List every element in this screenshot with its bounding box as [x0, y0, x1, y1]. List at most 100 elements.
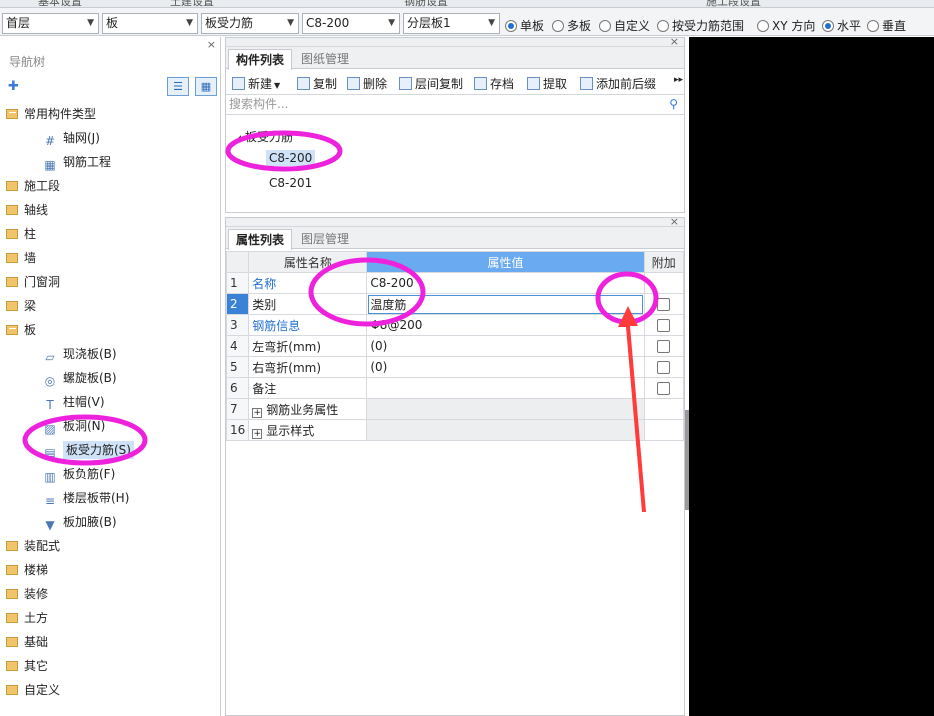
- property-value[interactable]: 温度筋: [366, 293, 645, 315]
- tree-item[interactable]: 装配式: [6, 535, 60, 557]
- folder-icon: [6, 613, 18, 623]
- tree-item-label: 板: [24, 323, 37, 337]
- group-row-label[interactable]: + 显示样式: [248, 419, 368, 441]
- menu-civil-settings[interactable]: 土建设置: [170, 0, 214, 7]
- additional-checkbox[interactable]: [657, 382, 671, 395]
- table-row[interactable]: 16 + 显示样式: [225, 419, 685, 441]
- table-row[interactable]: 3 钢筋信息 Φ8@200: [225, 314, 685, 336]
- table-row[interactable]: 6 备注: [225, 377, 685, 399]
- additional-cell: [643, 314, 685, 336]
- radio-by-rebar-range[interactable]: 按受力筋范围: [657, 17, 744, 34]
- tree-item[interactable]: ▦ 钢筋工程: [43, 151, 111, 173]
- tree-item[interactable]: 板: [6, 319, 36, 341]
- menu-basic-settings[interactable]: 基本设置: [38, 0, 82, 7]
- tree-item[interactable]: ▥ 板负筋(F): [43, 463, 115, 485]
- tree-item[interactable]: 门窗洞: [6, 271, 60, 293]
- tree-item[interactable]: ▨ 板洞(N): [43, 415, 105, 437]
- radio-multi-slab[interactable]: 多板: [552, 17, 591, 34]
- tree-item[interactable]: 土方: [6, 607, 48, 629]
- tree-item[interactable]: ≡ 楼层板带(H): [43, 487, 129, 509]
- menu-rebar-settings[interactable]: 钢筋设置: [404, 0, 448, 7]
- copy-between-floors-button[interactable]: 层间复制: [399, 75, 463, 92]
- additional-checkbox[interactable]: [657, 319, 671, 332]
- tree-item[interactable]: 装修: [6, 583, 48, 605]
- tree-item[interactable]: 楼梯: [6, 559, 48, 581]
- radio-vertical[interactable]: 垂直: [867, 17, 906, 34]
- tree-item[interactable]: 自定义: [6, 679, 60, 701]
- tab-component-list[interactable]: 构件列表: [228, 49, 293, 70]
- tree-item[interactable]: ▤ 板受力筋(S): [43, 439, 134, 461]
- property-value[interactable]: C8-200: [366, 272, 645, 294]
- tree-item[interactable]: 其它: [6, 655, 48, 677]
- tree-item[interactable]: 施工段: [6, 175, 60, 197]
- add-item-icon[interactable]: ✚: [8, 79, 19, 94]
- tree-item[interactable]: # 轴网(J): [43, 127, 100, 149]
- chevron-down-icon: ▼: [488, 18, 495, 28]
- folder-icon: [6, 277, 18, 287]
- archive-icon: [474, 77, 487, 90]
- component-item-c8-201[interactable]: C8-201: [269, 176, 312, 190]
- property-value[interactable]: Φ8@200: [366, 314, 645, 336]
- tree-item-label: 梁: [24, 299, 37, 313]
- tree-item[interactable]: Τ 柱帽(V): [43, 391, 104, 413]
- property-value[interactable]: (0): [366, 335, 645, 357]
- search-input[interactable]: 搜索构件... ⚲: [226, 95, 684, 115]
- grid-view-button[interactable]: ▦: [195, 77, 217, 96]
- floor-select[interactable]: 首层 ▼: [2, 13, 99, 34]
- additional-checkbox[interactable]: [657, 298, 671, 311]
- property-list-panel: × 属性列表 图层管理 属性名称 属性值 附加 1 名称 C8-200 2 类别 温度筋 3…: [225, 215, 685, 716]
- tree-item[interactable]: 常用构件类型: [6, 103, 96, 125]
- property-value[interactable]: [366, 377, 645, 399]
- layer-select[interactable]: 分层板1 ▼: [403, 13, 500, 34]
- property-value[interactable]: (0): [366, 356, 645, 378]
- list-view-button[interactable]: ☰: [167, 77, 189, 96]
- new-button[interactable]: 新建 ▼: [232, 75, 280, 92]
- search-icon[interactable]: ⚲: [669, 95, 678, 114]
- tree-item[interactable]: ▼ 板加腋(B): [43, 511, 116, 533]
- additional-checkbox[interactable]: [657, 340, 671, 353]
- component-item-c8-200[interactable]: C8-200: [266, 150, 316, 166]
- table-row[interactable]: 4 左弯折(mm) (0): [225, 335, 685, 357]
- tree-item-label: 现浇板(B): [63, 347, 117, 361]
- table-row[interactable]: 5 右弯折(mm) (0): [225, 356, 685, 378]
- table-row[interactable]: 1 名称 C8-200: [225, 272, 685, 294]
- tree-item[interactable]: 基础: [6, 631, 48, 653]
- table-row[interactable]: 7 + 钢筋业务属性: [225, 398, 685, 420]
- tree-item[interactable]: 墙: [6, 247, 36, 269]
- tab-drawing-management[interactable]: 图纸管理: [294, 49, 356, 69]
- row-number: 7: [225, 398, 250, 420]
- close-icon[interactable]: ×: [207, 38, 216, 51]
- component-group[interactable]: ◢ 板受力筋: [234, 128, 293, 145]
- component-select[interactable]: C8-200 ▼: [302, 13, 400, 34]
- table-row[interactable]: 2 类别 温度筋: [225, 293, 685, 315]
- tree-item[interactable]: ▱ 现浇板(B): [43, 343, 117, 365]
- negative-rebar-icon: ▥: [44, 470, 56, 484]
- tree-item-label: 轴网(J): [63, 131, 100, 145]
- extract-button[interactable]: 提取: [527, 75, 567, 92]
- radio-custom[interactable]: 自定义: [599, 17, 650, 34]
- drawing-canvas[interactable]: [689, 37, 934, 716]
- type-select[interactable]: 板受力筋 ▼: [201, 13, 299, 34]
- archive-button[interactable]: 存档: [474, 75, 514, 92]
- delete-button[interactable]: 删除: [347, 75, 387, 92]
- tree-item[interactable]: 梁: [6, 295, 36, 317]
- group-row-label[interactable]: + 钢筋业务属性: [248, 398, 368, 420]
- radio-horizontal[interactable]: 水平: [822, 17, 861, 34]
- additional-checkbox[interactable]: [657, 361, 671, 374]
- add-prefix-suffix-button[interactable]: 添加前后缀: [580, 75, 656, 92]
- tree-item[interactable]: 轴线: [6, 199, 48, 221]
- more-tools-icon[interactable]: ▸▸: [674, 75, 683, 85]
- expand-icon[interactable]: +: [252, 407, 263, 418]
- property-name: 类别: [248, 293, 368, 315]
- menu-section-settings[interactable]: 施工段设置: [706, 0, 761, 7]
- tab-property-list[interactable]: 属性列表: [228, 229, 293, 250]
- radio-single-slab[interactable]: 单板: [505, 17, 544, 34]
- property-name: 左弯折(mm): [248, 335, 368, 357]
- tree-item[interactable]: ◎ 螺旋板(B): [43, 367, 117, 389]
- radio-xy-direction[interactable]: XY 方向: [757, 17, 815, 34]
- category-select[interactable]: 板 ▼: [102, 13, 198, 34]
- tree-item[interactable]: 柱: [6, 223, 36, 245]
- expand-icon[interactable]: +: [252, 428, 263, 439]
- tab-layer-management[interactable]: 图层管理: [294, 229, 356, 249]
- copy-button[interactable]: 复制: [297, 75, 337, 92]
